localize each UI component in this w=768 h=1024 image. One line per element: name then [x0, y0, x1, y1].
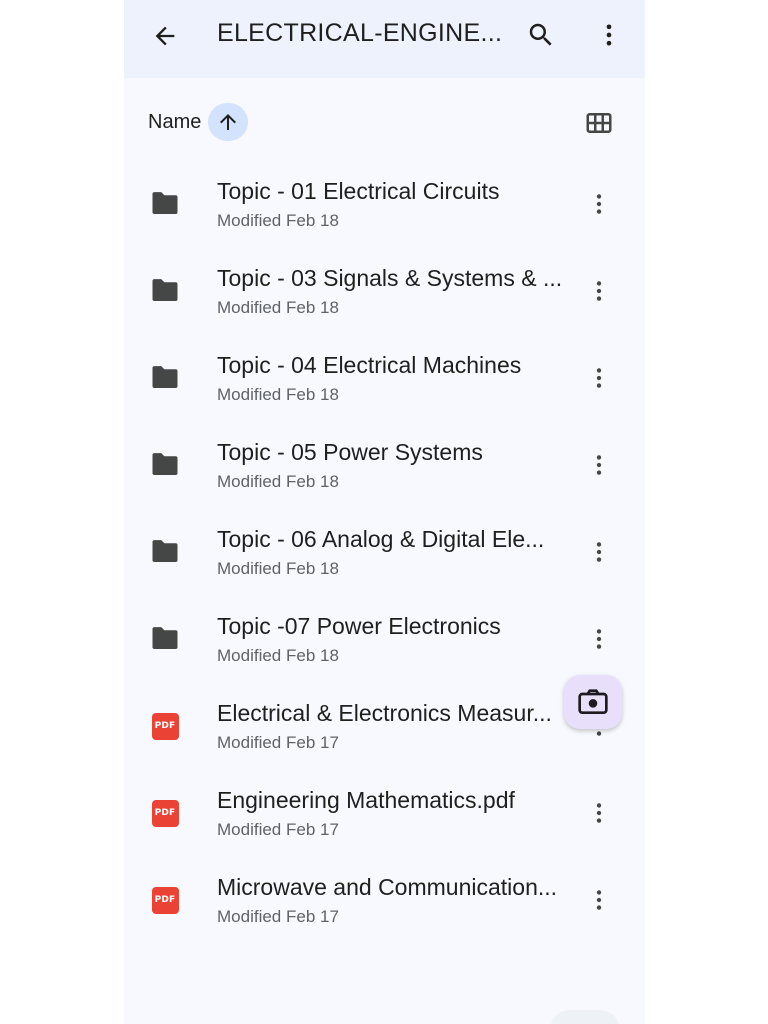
item-more-button[interactable]	[582, 883, 616, 917]
list-item[interactable]: Topic - 03 Signals & Systems & ... Modif…	[124, 247, 645, 334]
folder-icon	[149, 277, 181, 305]
folder-title: ELECTRICAL-ENGINE...	[217, 19, 503, 47]
modified-date: Modified Feb 18	[217, 298, 339, 317]
more-vert-icon	[596, 281, 602, 301]
arrow-upward-icon	[220, 114, 236, 130]
more-vert-icon	[606, 24, 612, 46]
more-vert-icon	[596, 629, 602, 649]
grid-view-button[interactable]	[582, 106, 616, 140]
file-name: Topic -07 Power Electronics	[217, 613, 501, 639]
back-button[interactable]	[148, 19, 182, 53]
file-name: Topic - 01 Electrical Circuits	[217, 178, 500, 204]
pdf-icon: PDF	[149, 886, 181, 914]
file-name: Microwave and Communication...	[217, 874, 558, 900]
list-item[interactable]: Topic - 01 Electrical Circuits Modified …	[124, 160, 645, 247]
modified-date: Modified Feb 18	[217, 385, 339, 404]
folder-icon	[149, 538, 181, 566]
camera-scan-icon	[578, 689, 608, 714]
list-item[interactable]: Topic - 06 Analog & Digital Ele... Modif…	[124, 508, 645, 595]
item-more-button[interactable]	[582, 187, 616, 221]
folder-icon	[149, 451, 181, 479]
file-list: Topic - 01 Electrical Circuits Modified …	[124, 160, 645, 943]
folder-icon	[149, 625, 181, 653]
pdf-icon: PDF	[149, 712, 181, 740]
file-name: Electrical & Electronics Measur...	[217, 700, 552, 726]
top-app-bar: ELECTRICAL-ENGINE...	[124, 0, 645, 78]
search-button[interactable]	[524, 18, 558, 52]
folder-icon	[149, 190, 181, 218]
more-vert-icon	[596, 542, 602, 562]
sort-by-label[interactable]: Name	[148, 111, 201, 134]
item-more-button[interactable]	[582, 796, 616, 830]
more-options-button[interactable]	[594, 18, 624, 52]
sort-bar: Name	[124, 100, 645, 144]
bottom-fab-peek	[550, 1010, 620, 1024]
more-vert-icon	[596, 368, 602, 388]
list-item[interactable]: PDF Engineering Mathematics.pdf Modified…	[124, 769, 645, 856]
file-name: Topic - 05 Power Systems	[217, 439, 483, 465]
file-name: Topic - 06 Analog & Digital Ele...	[217, 526, 545, 552]
modified-date: Modified Feb 18	[217, 646, 339, 665]
modified-date: Modified Feb 17	[217, 733, 339, 752]
item-more-button[interactable]	[582, 361, 616, 395]
file-name: Topic - 04 Electrical Machines	[217, 352, 522, 378]
item-more-button[interactable]	[582, 622, 616, 656]
more-vert-icon	[596, 455, 602, 475]
item-more-button[interactable]	[582, 535, 616, 569]
list-item[interactable]: Topic - 05 Power Systems Modified Feb 18	[124, 421, 645, 508]
scan-document-button[interactable]	[564, 675, 622, 729]
sort-direction-button[interactable]	[208, 103, 248, 141]
file-name: Topic - 03 Signals & Systems & ...	[217, 265, 562, 291]
modified-date: Modified Feb 18	[217, 559, 339, 578]
arrow-back-icon	[155, 26, 175, 46]
item-more-button[interactable]	[582, 448, 616, 482]
modified-date: Modified Feb 18	[217, 211, 339, 230]
file-name: Engineering Mathematics.pdf	[217, 787, 515, 813]
drive-folder-screen: ELECTRICAL-ENGINE... Name Topic - 01 Ele…	[124, 0, 645, 1024]
pdf-badge: PDF	[151, 799, 179, 827]
pdf-badge: PDF	[151, 886, 179, 914]
item-more-button[interactable]	[582, 274, 616, 308]
list-item[interactable]: PDF Microwave and Communication... Modif…	[124, 856, 645, 943]
search-icon	[529, 23, 552, 46]
more-vert-icon	[596, 194, 602, 214]
more-vert-icon	[596, 890, 602, 910]
modified-date: Modified Feb 17	[217, 907, 339, 926]
modified-date: Modified Feb 17	[217, 820, 339, 839]
list-item[interactable]: Topic - 04 Electrical Machines Modified …	[124, 334, 645, 421]
modified-date: Modified Feb 18	[217, 472, 339, 491]
folder-icon	[149, 364, 181, 392]
more-vert-icon	[596, 803, 602, 823]
grid-view-icon	[586, 113, 612, 133]
pdf-icon: PDF	[149, 799, 181, 827]
pdf-badge: PDF	[151, 712, 179, 740]
list-item[interactable]: Topic -07 Power Electronics Modified Feb…	[124, 595, 645, 682]
